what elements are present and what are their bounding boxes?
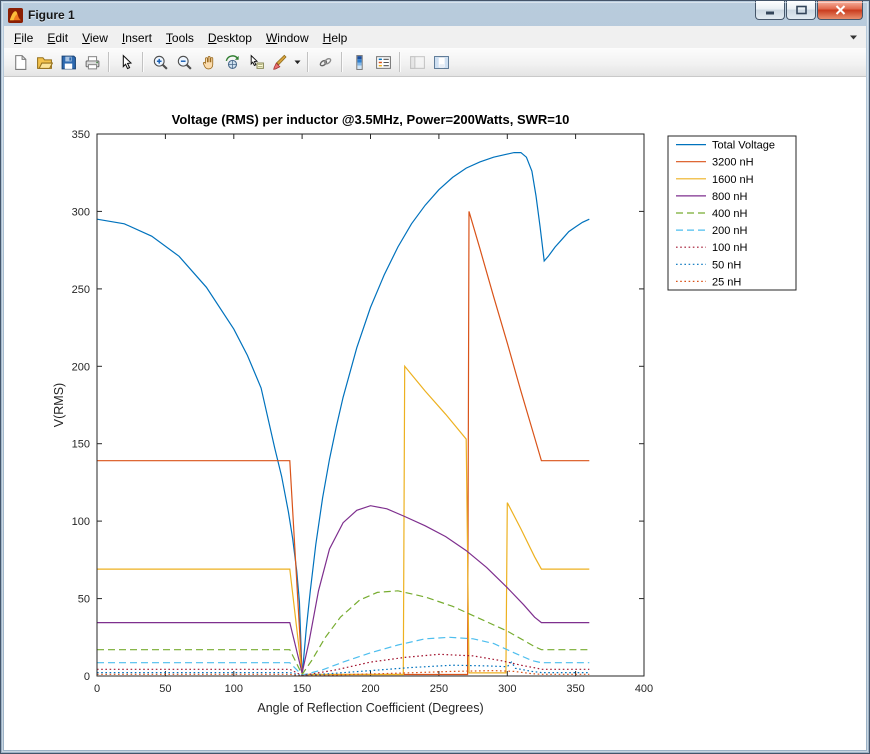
y-tick-label: 300 xyxy=(72,206,90,218)
x-tick-label: 250 xyxy=(430,683,448,695)
insert-colorbar-button[interactable] xyxy=(347,51,371,74)
rotate-3d-icon xyxy=(225,54,239,69)
toolbar-separator xyxy=(307,52,309,72)
menu-file[interactable]: File xyxy=(7,28,40,47)
x-axis-label: Angle of Reflection Coefficient (Degrees… xyxy=(257,701,483,715)
zoom-in-button[interactable] xyxy=(148,51,172,74)
x-tick-label: 0 xyxy=(94,683,100,695)
legend-label: 1600 nH xyxy=(712,174,754,186)
hide-plot-tools-button[interactable] xyxy=(405,51,429,74)
maximize-icon xyxy=(795,5,807,15)
toolbar-separator xyxy=(108,52,110,72)
rotate-3d-button[interactable] xyxy=(220,51,244,74)
menu-desktop[interactable]: Desktop xyxy=(201,28,259,47)
zoom-out-button[interactable] xyxy=(172,51,196,74)
menu-edit[interactable]: Edit xyxy=(40,28,75,47)
new-figure-icon xyxy=(14,54,26,70)
pan-button[interactable] xyxy=(196,51,220,74)
show-plot-tools-icon xyxy=(433,55,449,69)
menu-view[interactable]: View xyxy=(75,28,115,47)
y-axis-label: V(RMS) xyxy=(52,383,66,427)
new-figure-button[interactable] xyxy=(8,51,32,74)
x-tick-label: 200 xyxy=(361,683,379,695)
figure-canvas[interactable]: 0 50 100 150 200 250 300 350 400 0 50 100 150 200 250 3… xyxy=(4,77,866,750)
chevron-down-icon xyxy=(850,35,857,39)
x-tick-label: 100 xyxy=(225,683,243,695)
y-tick-label: 200 xyxy=(72,361,90,373)
dropdown-caret-icon xyxy=(294,60,301,64)
minimize-button[interactable] xyxy=(755,1,785,20)
menu-window[interactable]: Window xyxy=(259,28,316,47)
plot-area[interactable] xyxy=(97,134,644,676)
toolbar-separator xyxy=(399,52,401,72)
legend-label: 200 nH xyxy=(712,225,748,237)
link-plot-icon xyxy=(319,57,331,66)
legend-icon xyxy=(375,55,391,69)
legend-label: 400 nH xyxy=(712,208,748,220)
legend-label: 800 nH xyxy=(712,191,748,203)
y-tick-label: 150 xyxy=(72,439,90,451)
menu-tools[interactable]: Tools xyxy=(159,28,201,47)
close-icon xyxy=(835,5,845,15)
legend[interactable]: Total Voltage 3200 nH 1600 nH 800 nH 400 nH 2… xyxy=(667,135,797,291)
figure-window: Figure 1 File Edit View Insert Tools Des… xyxy=(0,0,870,754)
menubar-overflow-arrow[interactable] xyxy=(849,33,863,42)
chart[interactable]: 0 50 100 150 200 250 300 350 400 0 50 100 150 200 250 3… xyxy=(4,77,866,750)
minimize-icon xyxy=(766,11,774,15)
legend-label: 50 nH xyxy=(712,259,741,271)
data-cursor-icon xyxy=(250,53,264,69)
open-folder-icon xyxy=(36,56,53,69)
menu-bar: File Edit View Insert Tools Desktop Wind… xyxy=(4,26,866,48)
cursor-arrow-icon xyxy=(122,53,132,69)
printer-icon xyxy=(85,55,99,69)
x-tick-label: 400 xyxy=(635,683,653,695)
x-tick-label: 300 xyxy=(498,683,516,695)
menu-help[interactable]: Help xyxy=(316,28,355,47)
save-figure-button[interactable] xyxy=(56,51,80,74)
print-figure-button[interactable] xyxy=(80,51,104,74)
title-bar[interactable]: Figure 1 xyxy=(4,1,866,26)
y-tick-label: 0 xyxy=(84,671,90,683)
data-cursor-button[interactable] xyxy=(244,51,268,74)
pan-hand-icon xyxy=(202,55,213,69)
chart-title: Voltage (RMS) per inductor @3.5MHz, Powe… xyxy=(172,112,570,127)
edit-plot-button[interactable] xyxy=(114,51,138,74)
x-tick-label: 350 xyxy=(566,683,584,695)
toolbar-separator xyxy=(341,52,343,72)
y-tick-label: 250 xyxy=(72,284,90,296)
x-tick-label: 50 xyxy=(159,683,171,695)
close-button[interactable] xyxy=(817,1,863,20)
brush-dropdown-arrow[interactable] xyxy=(292,51,303,74)
brush-icon xyxy=(272,54,287,70)
x-tick-label: 150 xyxy=(293,683,311,695)
link-plot-button[interactable] xyxy=(313,51,337,74)
maximize-button[interactable] xyxy=(786,1,816,20)
show-plot-tools-button[interactable] xyxy=(429,51,453,74)
save-floppy-icon xyxy=(61,55,76,69)
zoom-out-icon xyxy=(177,55,192,70)
toolbar-separator xyxy=(142,52,144,72)
legend-label: Total Voltage xyxy=(712,140,775,152)
legend-label: 3200 nH xyxy=(712,157,754,169)
legend-label: 25 nH xyxy=(712,276,741,288)
open-file-button[interactable] xyxy=(32,51,56,74)
window-controls xyxy=(755,1,863,20)
window-title: Figure 1 xyxy=(28,8,75,22)
brush-data-button[interactable] xyxy=(268,51,292,74)
legend-label: 100 nH xyxy=(712,242,748,254)
hide-plot-tools-icon xyxy=(409,55,425,69)
matlab-figure-icon xyxy=(8,7,23,23)
figure-toolbar xyxy=(4,48,866,77)
menu-insert[interactable]: Insert xyxy=(115,28,159,47)
zoom-in-icon xyxy=(153,55,168,70)
y-tick-label: 100 xyxy=(72,516,90,528)
colorbar-icon xyxy=(355,54,363,70)
y-tick-label: 50 xyxy=(78,594,90,606)
y-tick-label: 350 xyxy=(72,129,90,141)
insert-legend-button[interactable] xyxy=(371,51,395,74)
